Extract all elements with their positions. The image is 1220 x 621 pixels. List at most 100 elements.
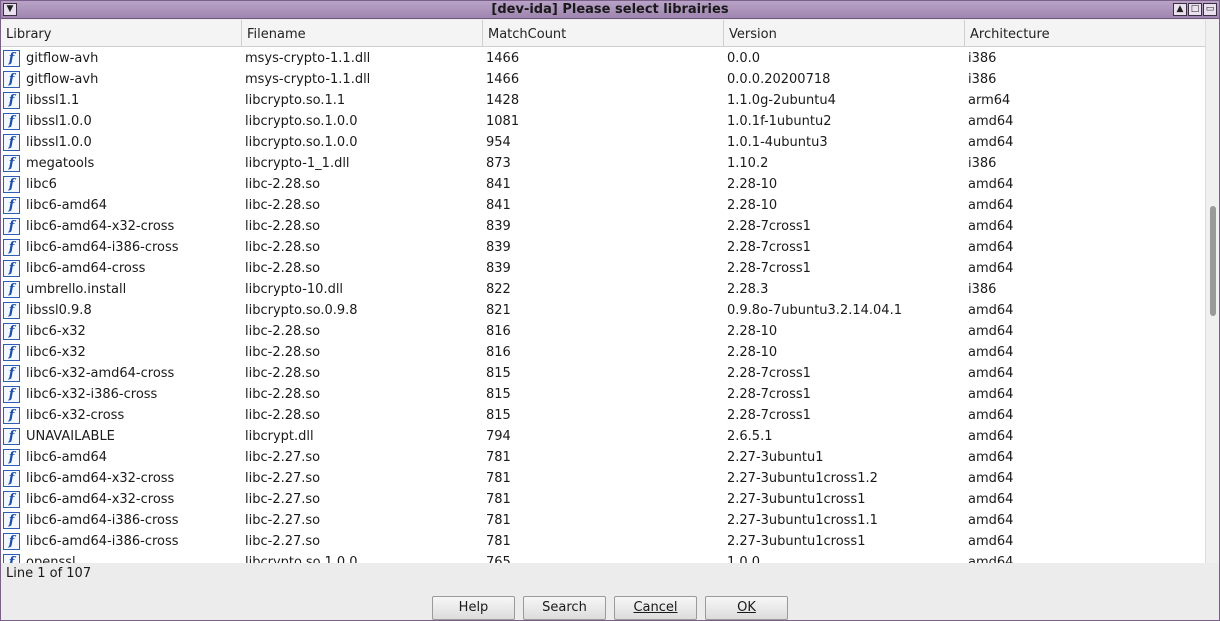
cell-filename: libcrypto.so.1.0.0 xyxy=(245,135,358,150)
vertical-scrollbar[interactable] xyxy=(1205,20,1219,563)
cell-library: libc6-x32 xyxy=(26,345,86,360)
table-row[interactable]: f libc6 libc-2.28.so 841 2.28-10 amd64 xyxy=(1,174,1205,195)
column-header-architecture[interactable]: Architecture xyxy=(965,20,1205,47)
column-header-version[interactable]: Version xyxy=(724,20,965,47)
table-row[interactable]: f UNAVAILABLE libcrypt.dll 794 2.6.5.1 amd64 xyxy=(1,426,1205,447)
table-row[interactable]: f libc6-amd64-cross libc-2.28.so 839 2.28-7c… xyxy=(1,258,1205,279)
cell-filename: msys-crypto-1.1.dll xyxy=(245,51,371,66)
cell-architecture: amd64 xyxy=(968,114,1014,129)
table-row[interactable]: f libssl1.0.0 libcrypto.so.1.0.0 1081 1.0.1f… xyxy=(1,111,1205,132)
function-icon: f xyxy=(3,197,20,214)
cell-filename: libc-2.27.so xyxy=(245,450,321,465)
cell-library: megatools xyxy=(26,156,95,171)
function-icon: f xyxy=(3,449,20,466)
table-row[interactable]: f megatools libcrypto-1_1.dll 873 1.10.2 i386 xyxy=(1,153,1205,174)
cell-architecture: amd64 xyxy=(968,240,1014,255)
table-body: f gitflow-avh msys-crypto-1.1.dll 1466 0.0.0… xyxy=(1,48,1205,563)
cell-filename: libc-2.28.so xyxy=(245,219,321,234)
table-row[interactable]: f libc6-amd64 libc-2.28.so 841 2.28-10 amd64 xyxy=(1,195,1205,216)
cell-architecture: amd64 xyxy=(968,513,1014,528)
cell-architecture: i386 xyxy=(968,282,997,297)
cell-matchcount: 954 xyxy=(486,135,511,150)
cell-version: 1.0.1-4ubuntu3 xyxy=(727,135,828,150)
cell-filename: libcrypto.so.1.1 xyxy=(245,93,346,108)
cell-matchcount: 839 xyxy=(486,219,511,234)
help-button[interactable]: Help xyxy=(432,596,515,620)
table-row[interactable]: f libc6-amd64 libc-2.27.so 781 2.27-3ubuntu1… xyxy=(1,447,1205,468)
table-row[interactable]: f libssl0.9.8 libcrypto.so.0.9.8 821 0.9.8o-… xyxy=(1,300,1205,321)
cell-filename: libcrypt.dll xyxy=(245,429,314,444)
scrollbar-thumb[interactable] xyxy=(1210,206,1216,316)
table-row[interactable]: f libc6-amd64-x32-cross libc-2.27.so 781 2.2… xyxy=(1,489,1205,510)
cell-version: 2.27-3ubuntu1cross1 xyxy=(727,492,866,507)
table-row[interactable]: f gitflow-avh msys-crypto-1.1.dll 1466 0.0.0… xyxy=(1,48,1205,69)
cell-matchcount: 1466 xyxy=(486,72,520,87)
function-icon: f xyxy=(3,428,20,445)
cell-version: 2.27-3ubuntu1cross1.2 xyxy=(727,471,878,486)
table-row[interactable]: f libc6-x32-amd64-cross libc-2.28.so 815 2.2… xyxy=(1,363,1205,384)
table-row[interactable]: f libc6-x32 libc-2.28.so 816 2.28-10 amd64 xyxy=(1,321,1205,342)
search-button[interactable]: Search xyxy=(523,596,606,620)
cell-version: 2.28-7cross1 xyxy=(727,240,811,255)
function-icon: f xyxy=(3,239,20,256)
cell-architecture: amd64 xyxy=(968,366,1014,381)
table-row[interactable]: f libc6-x32 libc-2.28.so 816 2.28-10 amd64 xyxy=(1,342,1205,363)
minimize-icon[interactable]: ▲ xyxy=(1173,3,1187,16)
cell-version: 2.27-3ubuntu1 xyxy=(727,450,824,465)
table-row[interactable]: f libssl1.0.0 libcrypto.so.1.0.0 954 1.0.1-4… xyxy=(1,132,1205,153)
cell-version: 2.28.3 xyxy=(727,282,769,297)
table-row[interactable]: f libc6-x32-cross libc-2.28.so 815 2.28-7cro… xyxy=(1,405,1205,426)
cell-architecture: amd64 xyxy=(968,450,1014,465)
cell-filename: libc-2.28.so xyxy=(245,408,321,423)
cell-library: libssl1.1 xyxy=(26,93,80,108)
cell-architecture: amd64 xyxy=(968,135,1014,150)
cell-matchcount: 821 xyxy=(486,303,511,318)
cell-filename: libc-2.28.so xyxy=(245,198,321,213)
cell-architecture: arm64 xyxy=(968,93,1011,108)
restore-icon[interactable]: ▭ xyxy=(1203,3,1217,16)
function-icon: f xyxy=(3,323,20,340)
cell-architecture: amd64 xyxy=(968,471,1014,486)
cell-architecture: amd64 xyxy=(968,387,1014,402)
cell-architecture: i386 xyxy=(968,72,997,87)
cell-matchcount: 781 xyxy=(486,492,511,507)
cell-architecture: amd64 xyxy=(968,177,1014,192)
cell-architecture: amd64 xyxy=(968,261,1014,276)
function-icon: f xyxy=(3,386,20,403)
cell-filename: libc-2.28.so xyxy=(245,387,321,402)
cell-version: 1.0.0 xyxy=(727,555,761,563)
table-row[interactable]: f libc6-amd64-i386-cross libc-2.27.so 781 2.… xyxy=(1,531,1205,552)
cell-architecture: i386 xyxy=(968,51,997,66)
status-line: Line 1 of 107 xyxy=(6,566,92,581)
cell-matchcount: 765 xyxy=(486,555,511,563)
column-header-filename[interactable]: Filename xyxy=(242,20,483,47)
table-row[interactable]: f libssl1.1 libcrypto.so.1.1 1428 1.1.0g-2ub… xyxy=(1,90,1205,111)
function-icon: f xyxy=(3,470,20,487)
maximize-icon[interactable]: □ xyxy=(1188,3,1202,16)
library-table: Library Filename MatchCount Version Arch… xyxy=(1,20,1219,563)
cell-version: 1.10.2 xyxy=(727,156,769,171)
table-header: Library Filename MatchCount Version Arch… xyxy=(1,20,1205,47)
table-row[interactable]: f umbrello.install libcrypto-10.dll 822 2.28… xyxy=(1,279,1205,300)
table-row[interactable]: f libc6-amd64-i386-cross libc-2.28.so 839 2.… xyxy=(1,237,1205,258)
cell-architecture: amd64 xyxy=(968,345,1014,360)
cell-library: libc6-amd64-i386-cross xyxy=(26,240,179,255)
cell-library: libc6-amd64-cross xyxy=(26,261,146,276)
cell-matchcount: 1466 xyxy=(486,51,520,66)
ok-button[interactable]: OK xyxy=(705,596,788,620)
table-row[interactable]: f gitflow-avh msys-crypto-1.1.dll 1466 0.0.0… xyxy=(1,69,1205,90)
cancel-button[interactable]: Cancel xyxy=(614,596,697,620)
cell-version: 0.9.8o-7ubuntu3.2.14.04.1 xyxy=(727,303,902,318)
table-row[interactable]: f libc6-amd64-x32-cross libc-2.28.so 839 2.2… xyxy=(1,216,1205,237)
cell-filename: libc-2.27.so xyxy=(245,534,321,549)
table-row[interactable]: f openssl libcrypto.so.1.0.0 765 1.0.0 amd64 xyxy=(1,552,1205,563)
table-row[interactable]: f libc6-amd64-i386-cross libc-2.27.so 781 2.… xyxy=(1,510,1205,531)
cell-filename: libcrypto.so.1.0.0 xyxy=(245,114,358,129)
table-row[interactable]: f libc6-x32-i386-cross libc-2.28.so 815 2.28… xyxy=(1,384,1205,405)
cell-library: libc6-amd64-i386-cross xyxy=(26,534,179,549)
cell-library: libc6-amd64 xyxy=(26,198,108,213)
column-header-matchcount[interactable]: MatchCount xyxy=(483,20,724,47)
column-header-library[interactable]: Library xyxy=(1,20,242,47)
table-row[interactable]: f libc6-amd64-x32-cross libc-2.27.so 781 2.2… xyxy=(1,468,1205,489)
cell-library: libc6-x32-i386-cross xyxy=(26,387,158,402)
